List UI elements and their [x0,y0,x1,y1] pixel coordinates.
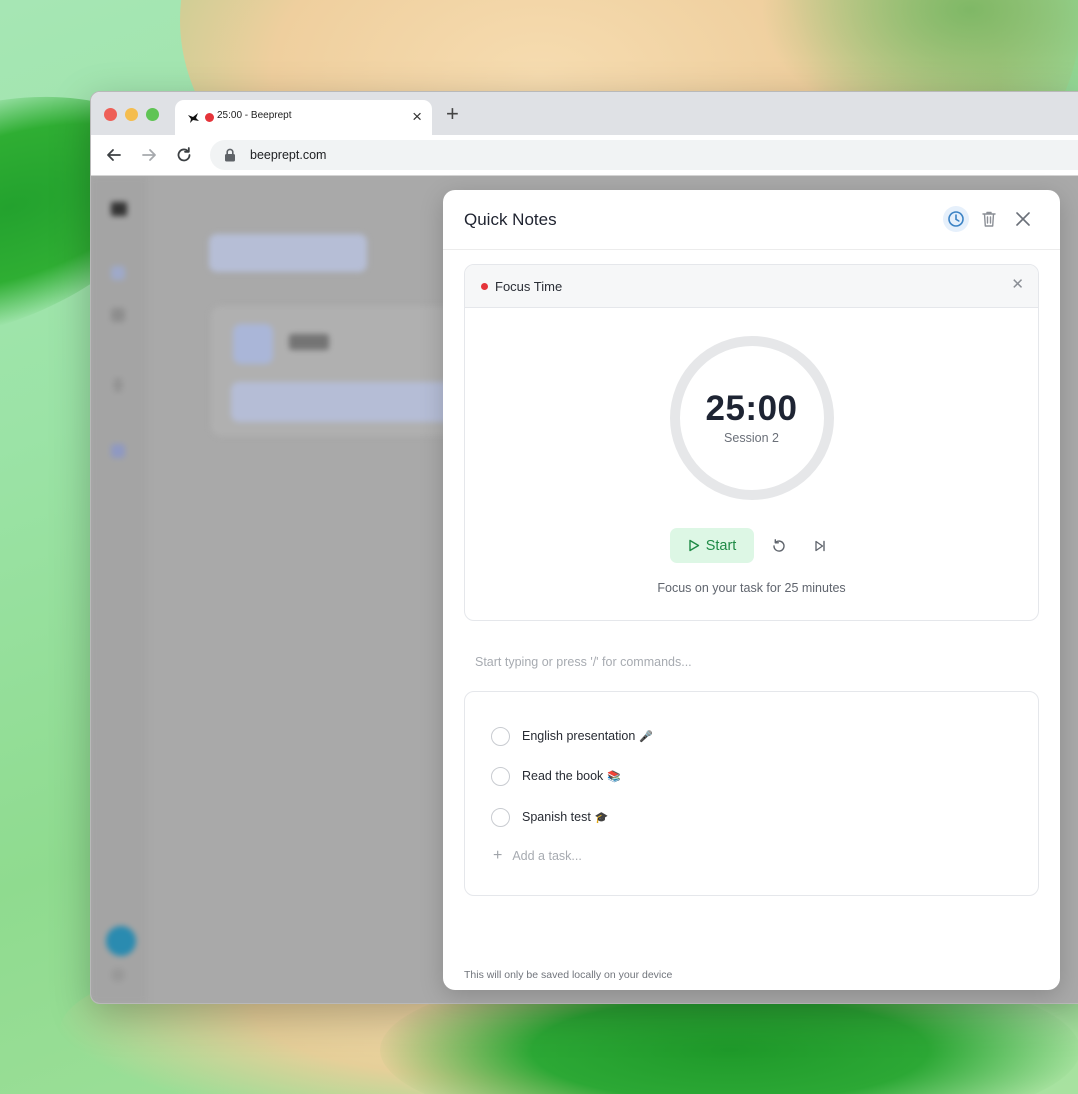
back-button[interactable] [103,144,125,166]
timer-hint: Focus on your task for 25 minutes [657,581,846,595]
list-item[interactable]: Spanish test 🎓 [491,807,609,827]
window-zoom-button[interactable] [146,108,159,121]
graduation-cap-icon: 🎓 [594,811,609,824]
forward-button[interactable] [138,144,160,166]
reset-icon [773,539,785,552]
close-panel-button[interactable] [1010,206,1036,232]
trash-icon [982,211,996,227]
card-title [289,334,329,350]
timer-time: 25:00 [705,389,798,428]
avatar [106,926,136,956]
recording-dot-icon [205,113,214,122]
books-icon: 📚 [607,770,622,783]
list-item[interactable]: English presentation 🎤 [491,726,653,746]
start-button[interactable]: Start [670,528,754,563]
bee-logo-icon [187,112,200,126]
tab-strip: 25:00 - Beeprept × + [91,92,1078,135]
card-icon [233,324,273,364]
list-item[interactable]: Read the book 📚 [491,766,621,786]
sidebar-item-icon [111,444,125,458]
focus-timer-card: Focus Time ✕ 25:00 Session 2 Start Focus… [464,264,1039,621]
tab-title: 25:00 - Beeprept [217,110,292,121]
add-task-row[interactable]: + Add a task... [493,848,582,864]
reload-icon [177,147,191,162]
timer-toggle-button[interactable] [943,206,969,232]
app-sidebar [91,176,147,1003]
play-icon [688,539,699,552]
add-task-placeholder: Add a task... [512,849,582,863]
microphone-icon: 🎤 [639,730,653,743]
close-icon [1016,212,1030,226]
reset-timer-button[interactable] [769,536,789,556]
lesson-card [211,306,471,436]
plus-icon: + [493,847,503,864]
task-label: Spanish test [522,810,591,824]
task-checkbox[interactable] [491,807,510,827]
window-minimize-button[interactable] [125,108,138,121]
delete-note-button[interactable] [976,206,1002,232]
timer-header: Focus Time ✕ [465,265,1038,308]
window-close-button[interactable] [104,108,117,121]
timer-label: Focus Time [495,279,563,294]
panel-title: Quick Notes [464,210,557,229]
quick-notes-panel: Quick Notes Focus Time ✕ 25:00 Session 2… [443,190,1060,990]
arrow-right-icon [142,149,156,161]
timer-close-icon[interactable]: ✕ [1011,277,1024,292]
sidebar-home-icon [111,266,125,280]
tab-close-icon[interactable]: × [412,108,422,125]
timer-session: Session 2 [724,431,779,445]
skip-session-button[interactable] [810,536,830,556]
url-text: beeprept.com [250,148,327,162]
sidebar-item-icon [114,378,122,392]
note-editor-input[interactable] [475,652,1015,672]
app-logo-icon [111,202,127,216]
new-tab-button[interactable]: + [446,103,459,125]
browser-toolbar: beeprept.com [91,135,1078,176]
arrow-left-icon [107,149,121,161]
task-checkbox[interactable] [491,726,510,746]
card-action-button [231,382,461,422]
clock-icon [948,211,964,227]
recording-dot-icon [481,283,488,290]
task-label: Read the book [522,769,604,783]
browser-tab[interactable]: 25:00 - Beeprept × [175,100,432,135]
task-checkbox[interactable] [491,766,510,786]
settings-icon [111,968,125,982]
task-label: English presentation [522,729,636,743]
reload-button[interactable] [173,144,195,166]
panel-header: Quick Notes [443,190,1060,250]
lock-icon [224,148,236,167]
new-lesson-button [209,234,367,272]
task-list: English presentation 🎤 Read the book 📚 S… [464,691,1039,896]
address-bar[interactable]: beeprept.com [210,140,1078,170]
local-save-notice: This will only be saved locally on your … [464,969,673,981]
sidebar-grid-icon [111,308,125,322]
skip-forward-icon [815,540,825,552]
start-label: Start [705,537,737,554]
